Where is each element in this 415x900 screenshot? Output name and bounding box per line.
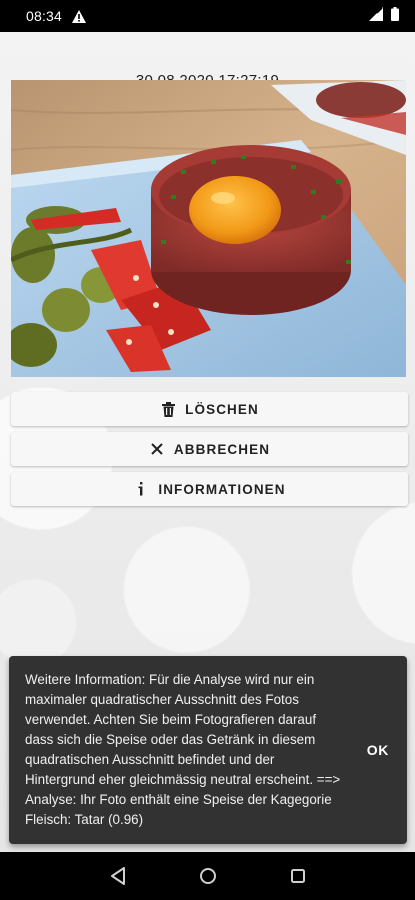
information-button[interactable]: INFORMATIONEN — [11, 472, 408, 506]
snackbar-message: Weitere Information: Für die Analyse wir… — [25, 672, 341, 827]
status-time: 08:34 — [26, 8, 63, 24]
information-button-label: INFORMATIONEN — [158, 481, 286, 497]
trash-icon — [160, 401, 176, 417]
status-indicators — [369, 6, 399, 26]
close-icon — [149, 441, 165, 457]
system-navigation-bar — [0, 852, 415, 900]
home-circle-icon[interactable] — [198, 866, 218, 886]
info-snackbar: Weitere Information: Für die Analyse wir… — [9, 656, 407, 844]
recents-square-icon[interactable] — [288, 866, 308, 886]
battery-icon — [391, 6, 399, 26]
warning-icon — [72, 9, 87, 23]
cancel-button[interactable]: ABBRECHEN — [11, 432, 408, 466]
snackbar-ok-button[interactable]: OK — [365, 734, 391, 766]
signal-icon — [369, 6, 383, 26]
cancel-button-label: ABBRECHEN — [173, 441, 271, 457]
back-triangle-icon[interactable] — [108, 866, 128, 886]
food-photo — [11, 80, 406, 377]
status-bar: 08:34 — [0, 0, 415, 32]
delete-button[interactable]: LÖSCHEN — [11, 392, 408, 426]
info-icon — [133, 481, 149, 497]
delete-button-label: LÖSCHEN — [185, 401, 259, 417]
